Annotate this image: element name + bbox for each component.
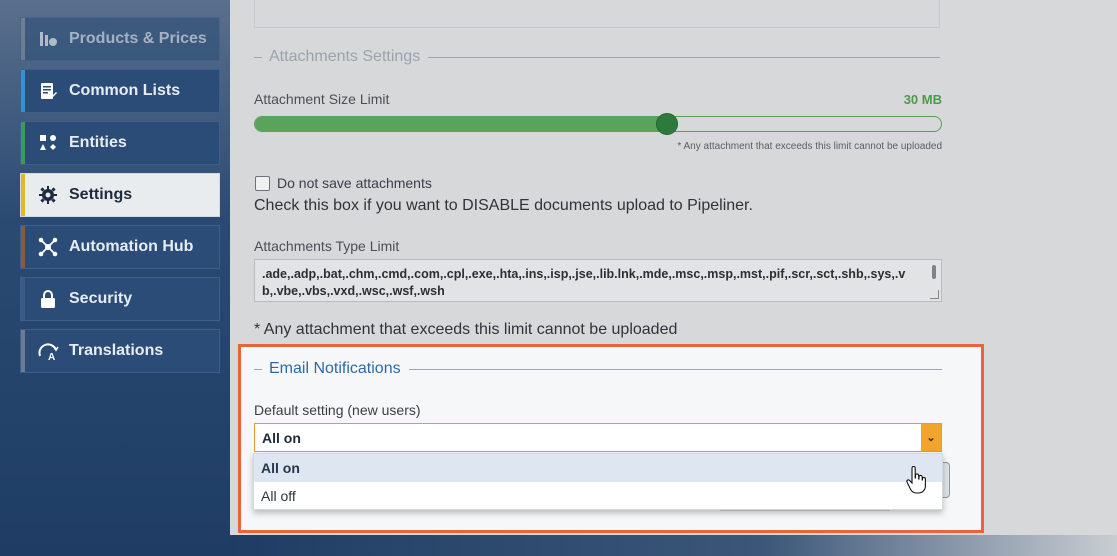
chevron-down-icon[interactable]: ⌄ (921, 424, 941, 451)
sidebar-item-accent (21, 278, 25, 320)
sidebar: Products & Prices Common Lists Entities … (0, 0, 230, 556)
sidebar-item-accent (21, 18, 25, 60)
do-not-save-attachments-label[interactable]: Do not save attachments (277, 175, 432, 191)
sidebar-item-accent (21, 174, 25, 216)
sidebar-item-accent (21, 122, 25, 164)
hidden-content-line (720, 510, 890, 511)
sidebar-item-label: Security (69, 290, 133, 307)
default-setting-selected-value: All on (262, 429, 301, 446)
previous-section-border (254, 0, 940, 28)
bottom-strip (230, 535, 1117, 556)
sidebar-item-settings[interactable]: Settings (20, 173, 220, 217)
sidebar-item-accent (21, 330, 25, 372)
attachments-legend-title: Attachments Settings (269, 48, 421, 65)
email-notifications-legend-title: Email Notifications (269, 360, 401, 377)
attachment-size-label: Attachment Size Limit (254, 91, 390, 107)
list-edit-icon (37, 80, 59, 102)
attachments-type-note: * Any attachment that exceeds this limit… (254, 321, 678, 338)
sidebar-item-label: Common Lists (69, 82, 181, 99)
sidebar-item-label: Translations (69, 342, 164, 359)
sidebar-item-entities[interactable]: Entities (20, 121, 220, 165)
sidebar-item-accent (21, 70, 25, 112)
dropdown-option-all-off[interactable]: All off (254, 482, 942, 510)
attachments-type-value: .ade,.adp,.bat,.chm,.cmd,.com,.cpl,.exe,… (262, 267, 906, 298)
do-not-save-help-text: Check this box if you want to DISABLE do… (254, 197, 753, 214)
attachment-size-slider[interactable] (254, 113, 942, 135)
textarea-scrollbar[interactable] (932, 265, 936, 279)
attachments-type-textarea[interactable]: .ade,.adp,.bat,.chm,.cmd,.com,.cpl,.exe,… (254, 259, 942, 302)
entities-icon (37, 132, 59, 154)
slider-thumb[interactable] (655, 113, 678, 135)
default-setting-dropdown: All on All off (253, 453, 943, 510)
legend-line (428, 56, 940, 58)
sidebar-item-security[interactable]: Security (20, 277, 220, 321)
sidebar-item-label: Settings (69, 186, 133, 203)
automation-hub-icon (37, 236, 59, 258)
attachments-type-label: Attachments Type Limit (254, 238, 400, 254)
textarea-resize-handle[interactable] (930, 290, 939, 299)
sidebar-item-label: Products & Prices (69, 30, 207, 47)
dropdown-option-all-on[interactable]: All on (254, 454, 942, 482)
legend-dash (254, 368, 262, 370)
legend-line (408, 368, 942, 370)
sidebar-item-translations[interactable]: A Translations (20, 329, 220, 373)
sidebar-item-common-lists[interactable]: Common Lists (20, 69, 220, 113)
do-not-save-attachments-checkbox[interactable] (255, 176, 270, 191)
sidebar-item-automation-hub[interactable]: Automation Hub (20, 225, 220, 269)
svg-text:A: A (48, 352, 55, 362)
slider-fill (255, 117, 667, 131)
sidebar-item-label: Entities (69, 134, 127, 151)
default-setting-select[interactable]: All on ⌄ (254, 423, 942, 452)
attachment-size-note: * Any attachment that exceeds this limit… (677, 141, 942, 152)
sidebar-item-products-prices[interactable]: Products & Prices (20, 17, 220, 61)
sidebar-item-accent (21, 226, 25, 268)
gear-icon (37, 184, 59, 206)
attachment-size-value: 30 MB (903, 92, 942, 107)
lock-icon (37, 288, 59, 310)
sidebar-item-label: Automation Hub (69, 238, 194, 255)
attachments-legend: Attachments Settings (254, 48, 940, 66)
default-setting-label: Default setting (new users) (254, 402, 421, 418)
translations-icon: A (37, 340, 59, 362)
email-notifications-legend: Email Notifications (254, 360, 942, 378)
products-prices-icon (37, 28, 59, 50)
legend-dash (254, 56, 262, 58)
hand-pointer-cursor-icon (906, 466, 926, 494)
